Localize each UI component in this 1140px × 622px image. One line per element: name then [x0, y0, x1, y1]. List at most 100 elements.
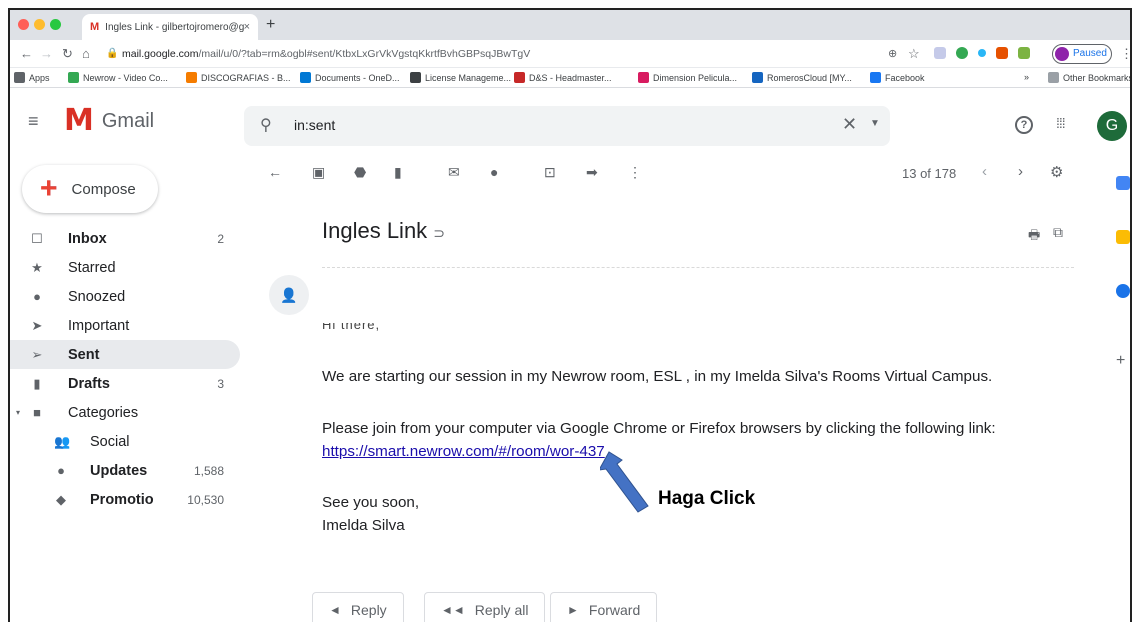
extension-icon[interactable]	[1018, 47, 1030, 59]
keep-icon[interactable]	[1116, 230, 1130, 244]
settings-gear-icon[interactable]: ⚙	[1050, 163, 1063, 181]
gmail-header: ≡ M Gmail ⚲ in:sent ✕ ▼ ? ⁞⁞⁞ G	[10, 89, 1130, 149]
sidebar-item-snoozed[interactable]: ● Snoozed	[10, 282, 240, 311]
sidebar-item-updates[interactable]: ● Updates 1,588	[10, 456, 240, 485]
browser-tab[interactable]: M Ingles Link - gilbertojromero@g ×	[82, 14, 258, 40]
delete-icon[interactable]: ▮	[394, 164, 402, 181]
bookmark-item[interactable]: RomerosCloud [MY...	[752, 72, 852, 83]
main-menu-icon[interactable]: ≡	[28, 111, 39, 132]
search-input[interactable]: in:sent	[294, 117, 335, 133]
bookmark-item[interactable]: Dimension Pelicula...	[638, 72, 737, 83]
bookmarks-overflow-icon[interactable]: »	[1024, 72, 1029, 82]
expand-caret-icon[interactable]: ▾	[16, 408, 20, 417]
print-icon[interactable]: 🖶	[1028, 226, 1040, 248]
bookmark-item[interactable]: Facebook	[870, 72, 925, 83]
search-options-icon[interactable]: ▼	[870, 118, 880, 129]
mark-unread-icon[interactable]: ✉	[448, 164, 460, 181]
bookmark-item[interactable]: Apps	[14, 72, 50, 83]
clear-search-icon[interactable]: ✕	[842, 114, 857, 135]
calendar-icon[interactable]	[1116, 176, 1130, 190]
label-icon: ■	[33, 405, 41, 420]
bookmark-favicon-icon	[514, 72, 525, 83]
older-icon[interactable]: ›	[1018, 163, 1023, 180]
forward-arrow-icon[interactable]: →	[40, 46, 53, 61]
open-new-window-icon[interactable]: ⧉	[1053, 224, 1063, 241]
extension-icon[interactable]	[956, 47, 968, 59]
close-window-icon[interactable]	[18, 19, 29, 30]
sidebar-item-label: Inbox	[68, 230, 107, 247]
compose-plus-icon: +	[40, 172, 58, 205]
other-bookmarks-folder[interactable]: Other Bookmarks	[1048, 72, 1130, 83]
get-addons-icon[interactable]: +	[1116, 352, 1125, 370]
account-avatar[interactable]: G	[1097, 111, 1127, 141]
help-icon[interactable]: ?	[1015, 116, 1033, 134]
snooze-icon[interactable]: ●	[490, 164, 498, 180]
sidebar-item-label: Snoozed	[68, 288, 126, 305]
sidebar-item-starred[interactable]: ★ Starred	[10, 253, 240, 282]
bookmark-item[interactable]: D&S - Headmaster...	[514, 72, 612, 83]
bookmark-favicon-icon	[186, 72, 197, 83]
reply-all-icon: ◄◄	[441, 603, 465, 617]
back-arrow-icon[interactable]: ←	[20, 46, 33, 61]
bookmark-favicon-icon	[410, 72, 421, 83]
important-marker-icon[interactable]: ⊃	[433, 225, 445, 241]
bookmark-item[interactable]: Newrow - Video Co...	[68, 72, 168, 83]
reply-button[interactable]: ◄ Reply	[312, 592, 404, 622]
bookmark-label: License Manageme...	[425, 72, 512, 83]
bookmark-item[interactable]: DISCOGRAFIAS - B...	[186, 72, 291, 83]
maximize-window-icon[interactable]	[50, 19, 61, 30]
newer-icon[interactable]: ‹	[982, 163, 987, 180]
bookmark-label: Facebook	[885, 72, 925, 83]
search-icon[interactable]: ⚲	[260, 115, 272, 135]
extension-icon[interactable]	[996, 47, 1008, 59]
new-tab-button[interactable]: +	[266, 16, 275, 34]
sender-avatar: 👤	[269, 275, 309, 315]
forward-button[interactable]: ► Forward	[550, 592, 658, 622]
sidebar-item-label: Important	[68, 317, 130, 334]
bookmark-star-icon[interactable]: ☆	[908, 46, 920, 62]
profile-paused-button[interactable]: Paused	[1052, 44, 1112, 64]
bookmark-item[interactable]: Documents - OneD...	[300, 72, 400, 83]
zoom-icon[interactable]: ⊕	[888, 47, 897, 60]
report-spam-icon[interactable]: ⬣	[354, 164, 366, 181]
clock-icon: ●	[33, 289, 41, 304]
sidebar-item-categories[interactable]: ▾ ■ Categories	[10, 398, 240, 427]
archive-icon[interactable]: ▣	[312, 164, 325, 181]
minimize-window-icon[interactable]	[34, 19, 45, 30]
home-icon[interactable]: ⌂	[82, 46, 90, 61]
extension-icon[interactable]	[934, 47, 946, 59]
label-icon[interactable]: ➡	[586, 164, 598, 181]
sidebar-item-important[interactable]: ➤ Important	[10, 311, 240, 340]
annotation-text: Haga Click	[658, 488, 756, 509]
compose-button[interactable]: + Compose	[22, 165, 158, 213]
extension-icon[interactable]	[978, 49, 986, 57]
gmail-logo-text: Gmail	[101, 109, 155, 132]
sidebar-nav: ☐ Inbox 2 ★ Starred ● Snoozed ➤ Important ➢ Sent ▮ D…	[10, 224, 240, 514]
profile-avatar-icon	[1055, 47, 1069, 61]
sidebar-item-inbox[interactable]: ☐ Inbox 2	[10, 224, 240, 253]
back-to-list-icon[interactable]: ←	[268, 164, 282, 180]
reload-icon[interactable]: ↻	[62, 46, 73, 62]
tab-close-icon[interactable]: ×	[244, 21, 250, 33]
reply-all-button[interactable]: ◄◄ Reply all	[424, 592, 546, 622]
add-to-tasks-icon[interactable]: ⊡	[544, 164, 556, 181]
more-options-icon[interactable]: ⋮	[628, 164, 642, 181]
bookmark-favicon-icon	[300, 72, 311, 83]
apps-grid-icon[interactable]: ⁞⁞⁞	[1056, 115, 1066, 131]
bookmark-favicon-icon	[68, 72, 79, 83]
sidebar-item-drafts[interactable]: ▮ Drafts 3	[10, 369, 240, 398]
bookmark-item[interactable]: License Manageme...	[410, 72, 511, 83]
meeting-link[interactable]: https://smart.newrow.com/#/room/wor-437	[322, 443, 605, 460]
reply-all-label: Reply all	[474, 602, 529, 618]
sidebar-item-label: Starred	[68, 259, 116, 276]
bookmark-label: Dimension Pelicula...	[653, 72, 738, 83]
gmail-logo[interactable]: M Gmail	[64, 106, 154, 136]
greeting-text: Hi there,	[322, 323, 381, 331]
search-bar[interactable]: ⚲ in:sent ✕ ▼	[244, 106, 890, 146]
browser-menu-icon[interactable]: ⋮	[1120, 46, 1130, 62]
sidebar-item-promotio[interactable]: ◆ Promotio 10,530	[10, 485, 240, 514]
url-field[interactable]: mail.google.com/mail/u/0/?tab=rm&ogbl#se…	[122, 44, 882, 64]
sidebar-item-social[interactable]: 👥 Social	[10, 427, 240, 456]
tasks-icon[interactable]	[1116, 284, 1130, 298]
sidebar-item-sent[interactable]: ➢ Sent	[10, 340, 240, 369]
